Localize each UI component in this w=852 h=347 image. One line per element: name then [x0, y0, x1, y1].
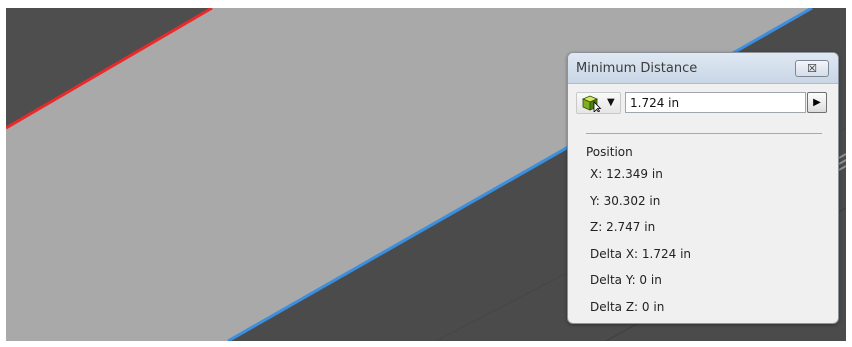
- delta-x: Delta X: 1.724 in: [590, 247, 692, 261]
- coordinate-z: Z: 2.747 in: [590, 220, 656, 234]
- chevron-down-icon: ▼: [607, 97, 615, 108]
- distance-value-field[interactable]: 1.724 in: [625, 92, 806, 113]
- part-select-cube-icon: [581, 95, 602, 112]
- close-button[interactable]: ☒: [795, 60, 829, 77]
- coordinate-y: Y: 30.302 in: [590, 194, 661, 208]
- delta-z: Delta Z: 0 in: [590, 300, 665, 314]
- dialog-titlebar[interactable]: Minimum Distance ☒: [568, 53, 838, 84]
- expand-arrow-button[interactable]: ▶: [807, 92, 827, 113]
- dialog-title: Minimum Distance: [576, 61, 698, 76]
- measure-toolbar: ▼ 1.724 in ▶: [574, 92, 832, 115]
- minimum-distance-dialog: Minimum Distance ☒ ▼ 1.724 in ▶ Position…: [567, 52, 839, 324]
- divider: [586, 133, 822, 134]
- position-section-label: Position: [586, 145, 633, 159]
- selection-dropdown-button[interactable]: ▼: [576, 92, 621, 114]
- delta-y: Delta Y: 0 in: [590, 273, 662, 287]
- coordinate-x: X: 12.349 in: [590, 167, 663, 181]
